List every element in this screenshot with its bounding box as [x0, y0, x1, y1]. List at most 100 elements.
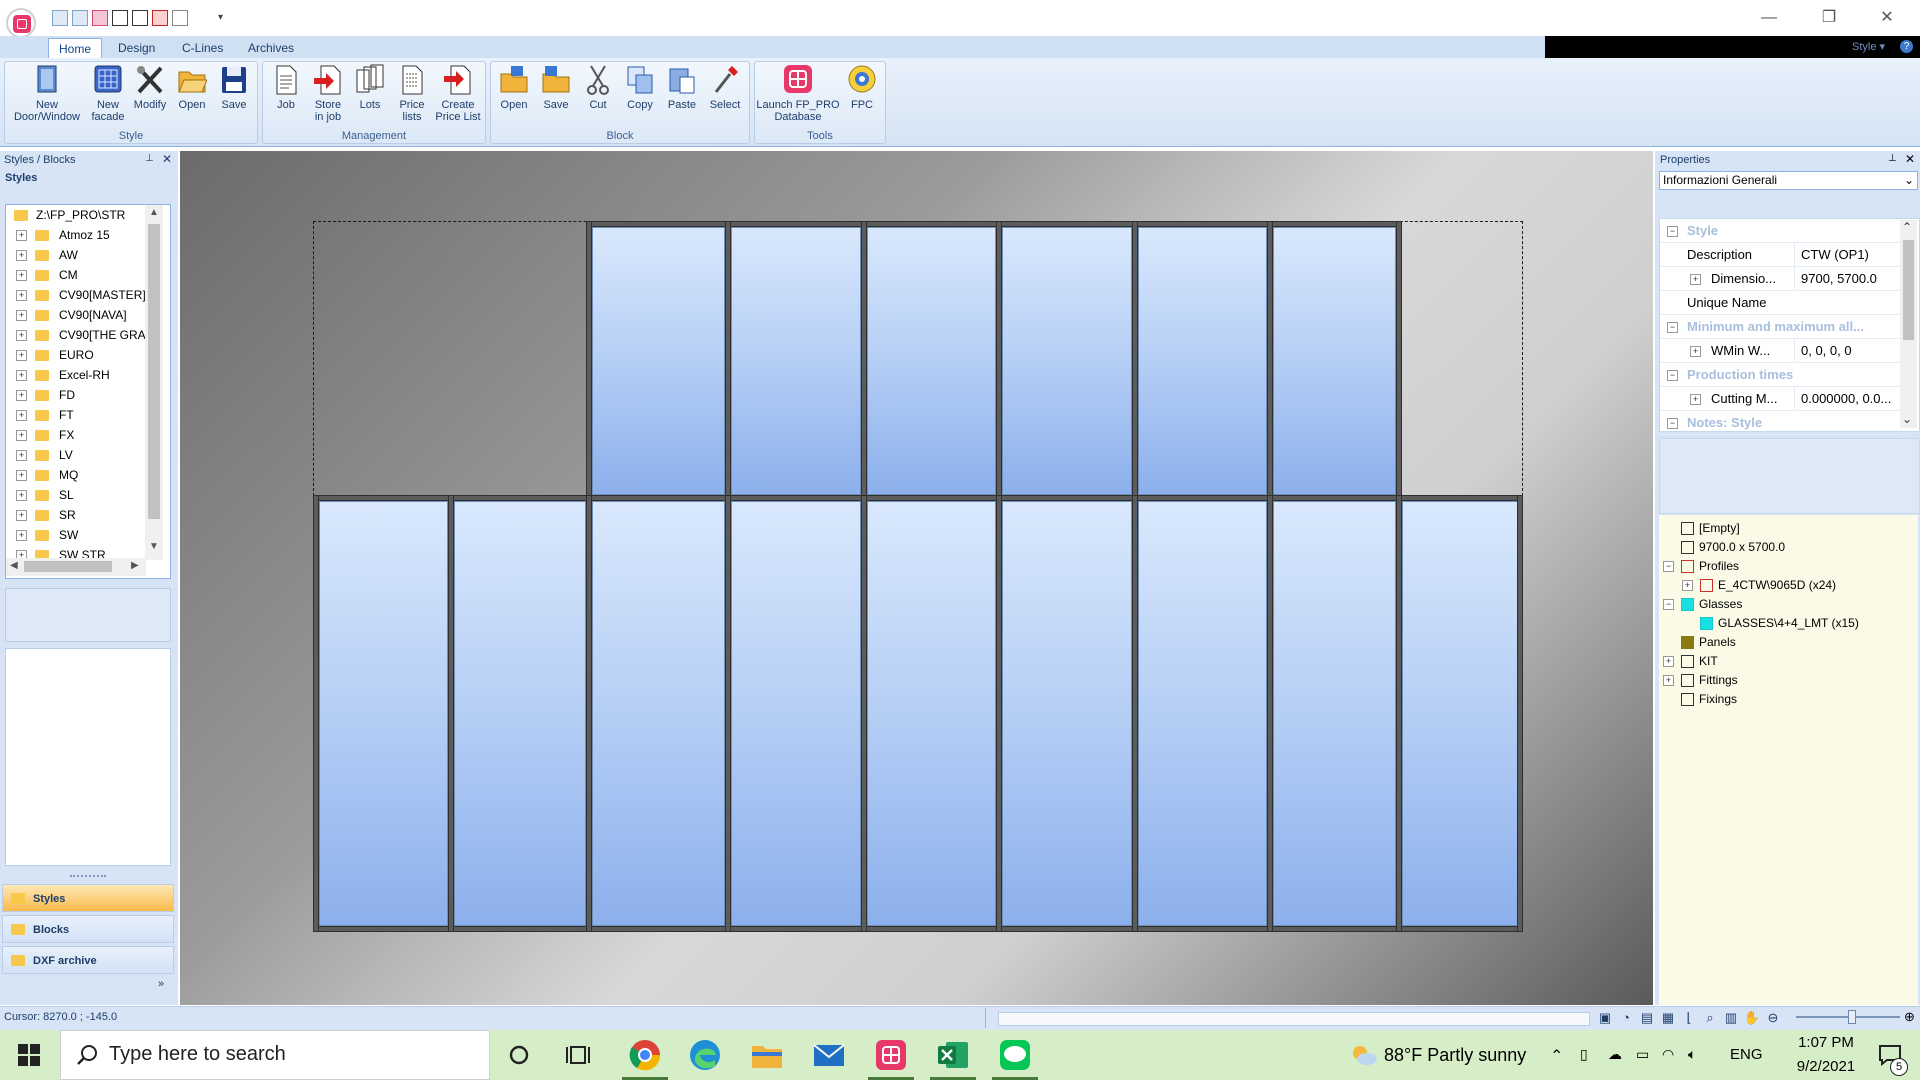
restore-icon[interactable]: ❐: [1806, 6, 1852, 30]
line-app-icon[interactable]: [998, 1038, 1032, 1072]
property-grid-thumb[interactable]: [1903, 240, 1914, 340]
glass-pane[interactable]: [731, 501, 861, 926]
mullion-profile[interactable]: [313, 495, 319, 932]
collapse-icon[interactable]: −: [1667, 322, 1678, 333]
scroll-right-icon[interactable]: ▶: [131, 560, 139, 571]
mullion-profile[interactable]: [1132, 495, 1138, 932]
weather-text[interactable]: 88°F Partly sunny: [1384, 1045, 1526, 1066]
expand-icon[interactable]: +: [16, 290, 27, 301]
zoom-slider-thumb[interactable]: [1848, 1010, 1856, 1024]
tab-design[interactable]: Design: [108, 38, 165, 58]
collapse-icon[interactable]: −: [1663, 599, 1674, 610]
tray-overflow-chevron-icon[interactable]: ⌃: [1550, 1046, 1563, 1066]
nav-blocks-button[interactable]: Blocks: [2, 915, 174, 943]
nav-styles-button[interactable]: Styles: [2, 884, 174, 912]
tab-c-lines[interactable]: C-Lines: [172, 38, 233, 58]
expand-icon[interactable]: +: [16, 490, 27, 501]
glass-pane[interactable]: [454, 501, 586, 926]
glass-pane[interactable]: [592, 501, 725, 926]
qat-resize-icon[interactable]: [132, 10, 148, 26]
minimize-icon[interactable]: —: [1746, 6, 1792, 30]
excel-icon[interactable]: [936, 1038, 970, 1072]
mullion-profile[interactable]: [725, 221, 731, 501]
properties-selector[interactable]: Informazioni Generali ⌄: [1659, 171, 1918, 190]
mullion-profile[interactable]: [1396, 495, 1402, 932]
pin-icon[interactable]: ⊥: [145, 153, 154, 164]
edge-icon[interactable]: [688, 1038, 722, 1072]
tree-vertical-thumb[interactable]: [148, 224, 160, 519]
panel-expand-chevron-icon[interactable]: »: [158, 978, 164, 990]
panel-close-icon[interactable]: ✕: [162, 152, 172, 166]
expand-icon[interactable]: +: [16, 370, 27, 381]
expand-icon[interactable]: +: [16, 410, 27, 421]
chrome-icon[interactable]: [628, 1038, 662, 1072]
qat-delete-icon[interactable]: [152, 10, 168, 26]
view-tool-icon[interactable]: ▣: [1596, 1009, 1614, 1027]
glass-pane[interactable]: [1138, 227, 1267, 495]
mullion-profile[interactable]: [586, 495, 592, 932]
copy-button[interactable]: Copy: [620, 64, 660, 111]
fpc-button[interactable]: FPC: [842, 64, 882, 111]
app-logo-icon[interactable]: [6, 8, 36, 38]
tray-device-icon[interactable]: ▯: [1580, 1046, 1588, 1063]
middle-transom-profile[interactable]: [313, 495, 1523, 501]
expand-icon[interactable]: +: [16, 330, 27, 341]
mullion-profile[interactable]: [861, 221, 867, 501]
new-facade-button[interactable]: New facade: [88, 64, 128, 123]
expand-icon[interactable]: +: [16, 230, 27, 241]
view-tool-icon[interactable]: ⌊: [1680, 1009, 1698, 1027]
properties-close-icon[interactable]: ✕: [1905, 152, 1915, 166]
expand-icon[interactable]: +: [16, 530, 27, 541]
view-tool-icon[interactable]: ▥: [1722, 1009, 1740, 1027]
zoom-in-icon[interactable]: ⊕: [1904, 1009, 1915, 1025]
expand-icon[interactable]: +: [16, 350, 27, 361]
expand-icon[interactable]: +: [1663, 656, 1674, 667]
glass-pane[interactable]: [1273, 501, 1396, 926]
expand-icon[interactable]: +: [16, 390, 27, 401]
property-category[interactable]: − Style: [1660, 219, 1900, 243]
tab-home[interactable]: Home: [48, 38, 103, 59]
mullion-profile[interactable]: [1132, 221, 1138, 501]
mullion-profile[interactable]: [448, 495, 454, 932]
tree-horizontal-thumb[interactable]: [24, 561, 112, 572]
glass-pane[interactable]: [1273, 227, 1396, 495]
expand-icon[interactable]: +: [1682, 580, 1693, 591]
scroll-down-icon[interactable]: ▼: [149, 541, 159, 552]
collapse-icon[interactable]: −: [1663, 561, 1674, 572]
qat-new-icon[interactable]: [52, 10, 68, 26]
collapse-icon[interactable]: −: [1667, 370, 1678, 381]
create-price-list-button[interactable]: Create Price List: [432, 64, 484, 123]
fp-pro-taskbar-icon[interactable]: [874, 1038, 908, 1072]
cortana-icon[interactable]: [508, 1044, 530, 1066]
style-open-button[interactable]: Open: [172, 64, 212, 111]
view-tool-icon[interactable]: ✋: [1743, 1009, 1761, 1027]
bottom-transom-profile[interactable]: [313, 926, 1523, 932]
property-row[interactable]: + WMin W... 0, 0, 0, 0: [1660, 339, 1900, 363]
file-explorer-icon[interactable]: [750, 1038, 784, 1072]
close-icon[interactable]: ✕: [1864, 6, 1910, 30]
weather-partly-sunny-icon[interactable]: [1350, 1043, 1378, 1067]
qat-mirror-icon[interactable]: [112, 10, 128, 26]
help-icon[interactable]: ?: [1900, 40, 1913, 53]
mullion-profile[interactable]: [586, 221, 592, 501]
mullion-profile[interactable]: [996, 221, 1002, 501]
property-row[interactable]: Unique Name: [1660, 291, 1900, 315]
property-row[interactable]: + Cutting M... 0.000000, 0.0...: [1660, 387, 1900, 411]
expand-icon[interactable]: +: [16, 250, 27, 261]
glass-pane[interactable]: [1402, 501, 1523, 926]
onedrive-cloud-icon[interactable]: ☁: [1608, 1046, 1622, 1063]
job-button[interactable]: Job: [266, 64, 306, 111]
mullion-profile[interactable]: [1517, 495, 1523, 932]
property-grid[interactable]: − Style Description CTW (OP1) + Dimensio... 97…: [1659, 218, 1920, 435]
mullion-profile[interactable]: [1396, 221, 1402, 501]
task-view-icon[interactable]: [566, 1044, 590, 1066]
expand-icon[interactable]: +: [1690, 394, 1701, 405]
property-value[interactable]: 0, 0, 0, 0: [1794, 339, 1852, 362]
language-indicator[interactable]: ENG: [1730, 1046, 1763, 1063]
glass-pane[interactable]: [731, 227, 861, 495]
glass-pane[interactable]: [867, 501, 996, 926]
mullion-profile[interactable]: [1267, 221, 1273, 501]
expand-icon[interactable]: +: [16, 470, 27, 481]
expand-icon[interactable]: +: [1663, 675, 1674, 686]
facade-drawing[interactable]: [313, 221, 1523, 932]
